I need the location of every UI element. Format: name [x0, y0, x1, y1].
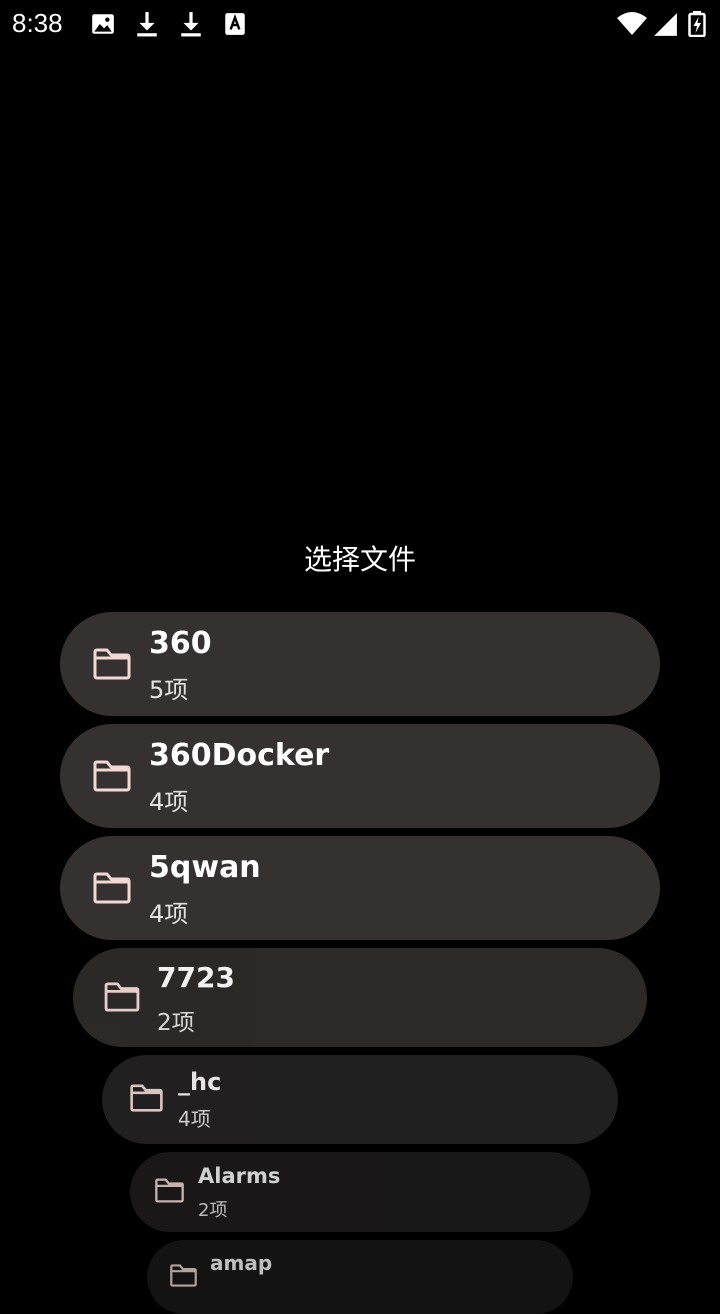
file-item-name: 5qwan	[149, 850, 261, 885]
file-item[interactable]: 360Docker 4项	[60, 724, 660, 828]
file-item[interactable]: Alarms 2项	[130, 1152, 590, 1232]
file-item[interactable]: 5qwan 4项	[60, 836, 660, 940]
folder-icon	[170, 1264, 197, 1287]
folder-icon	[93, 872, 131, 904]
file-item-count: 2项	[157, 1010, 195, 1036]
dialog-title: 选择文件	[303, 543, 416, 576]
status-time: 8:38	[12, 8, 63, 38]
download-icon	[137, 12, 157, 37]
image-icon	[92, 14, 114, 34]
file-item[interactable]: amap	[147, 1240, 573, 1314]
signal-icon	[654, 13, 677, 36]
folder-icon	[104, 982, 140, 1012]
file-item-name: 360Docker	[149, 738, 330, 773]
folder-icon	[130, 1084, 163, 1112]
file-item-name: amap	[210, 1251, 273, 1275]
file-item[interactable]: _hc 4项	[102, 1055, 618, 1144]
file-item-count: 5项	[149, 676, 189, 704]
file-item[interactable]: 7723 2项	[73, 948, 647, 1047]
font-a-icon	[225, 13, 245, 35]
folder-icon	[93, 648, 131, 680]
file-item[interactable]: 360 5项	[60, 612, 660, 716]
file-item-count: 2项	[198, 1200, 228, 1221]
download-icon	[181, 12, 201, 37]
wifi-icon	[617, 12, 647, 35]
file-item-name: 7723	[157, 961, 235, 994]
file-item-name: Alarms	[198, 1164, 281, 1188]
folder-icon	[155, 1178, 184, 1203]
file-item-name: 360	[149, 626, 212, 661]
file-item-count: 4项	[149, 788, 189, 816]
file-item-count: 4项	[178, 1107, 211, 1131]
file-item-count: 4项	[149, 900, 189, 928]
folder-icon	[93, 760, 131, 792]
battery-charging-icon	[688, 11, 706, 37]
file-item-name: _hc	[178, 1068, 222, 1096]
status-bar: 8:38	[0, 0, 720, 48]
